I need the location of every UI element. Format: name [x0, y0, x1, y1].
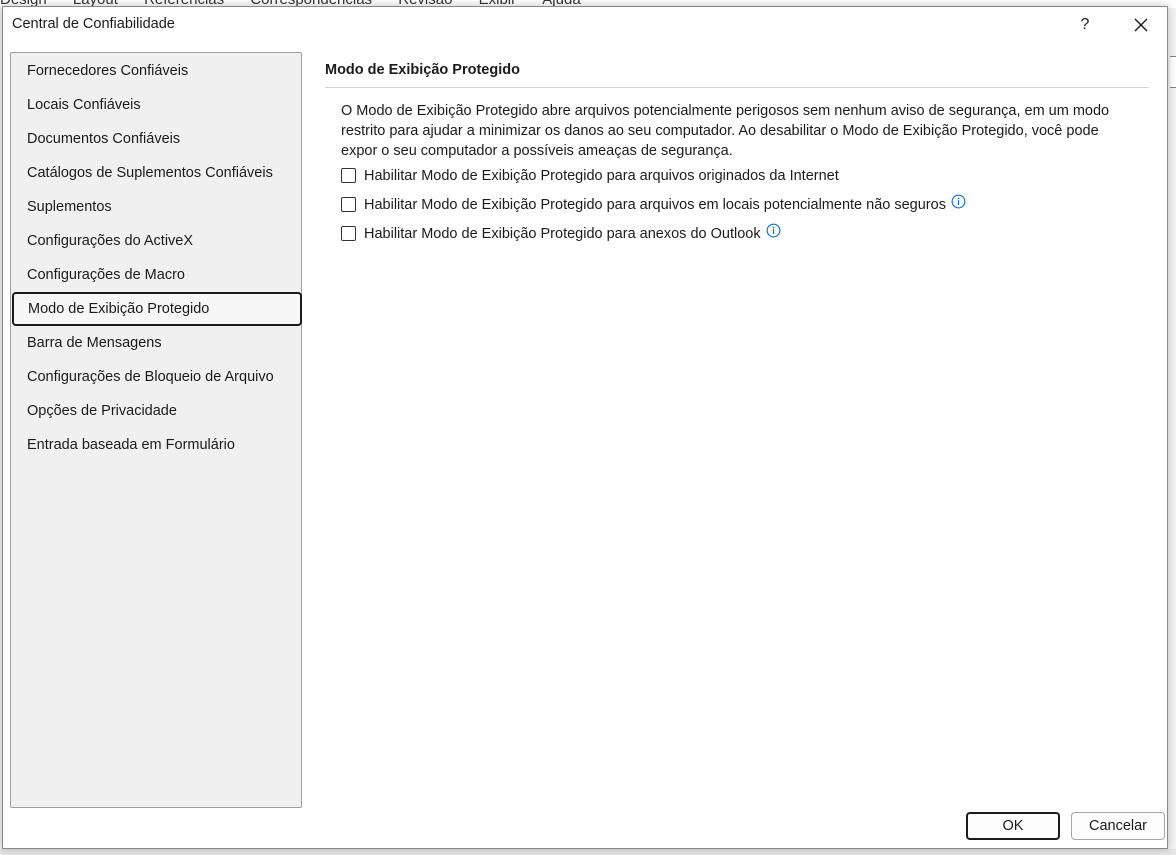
option-label: Habilitar Modo de Exibição Protegido par…	[364, 167, 839, 184]
sidebar-item-message-bar[interactable]: Barra de Mensagens	[11, 326, 301, 360]
ok-button[interactable]: OK	[966, 812, 1060, 840]
sidebar-item-protected-view[interactable]: Modo de Exibição Protegido	[12, 292, 302, 326]
checkbox-internet-files[interactable]	[341, 168, 356, 183]
cancel-button[interactable]: Cancelar	[1071, 812, 1165, 840]
trust-center-dialog: Central de Confiabilidade ? Fornecedores…	[2, 6, 1168, 849]
sidebar-nav: Fornecedores Confiáveis Locais Confiávei…	[10, 52, 302, 808]
help-button[interactable]: ?	[1073, 13, 1097, 37]
checkbox-outlook-attachments[interactable]	[341, 226, 356, 241]
sidebar-item-privacy-options[interactable]: Opções de Privacidade	[11, 394, 301, 428]
option-label: Habilitar Modo de Exibição Protegido par…	[364, 225, 761, 242]
sidebar-item-trusted-documents[interactable]: Documentos Confiáveis	[11, 122, 301, 156]
option-internet-files[interactable]: Habilitar Modo de Exibição Protegido par…	[341, 161, 1149, 190]
option-label: Habilitar Modo de Exibição Protegido par…	[364, 196, 946, 213]
close-button[interactable]	[1127, 12, 1155, 38]
info-icon[interactable]	[766, 223, 781, 238]
dialog-titlebar: Central de Confiabilidade ?	[3, 7, 1167, 43]
sidebar-item-macro-settings[interactable]: Configurações de Macro	[11, 258, 301, 292]
sidebar-item-trusted-publishers[interactable]: Fornecedores Confiáveis	[11, 54, 301, 88]
sidebar-item-trusted-locations[interactable]: Locais Confiáveis	[11, 88, 301, 122]
sidebar-item-file-block-settings[interactable]: Configurações de Bloqueio de Arquivo	[11, 360, 301, 394]
close-icon	[1134, 18, 1148, 32]
main-content: Modo de Exibição Protegido O Modo de Exi…	[325, 62, 1149, 248]
background-statusbar	[0, 849, 1176, 855]
dialog-title: Central de Confiabilidade	[12, 16, 175, 32]
info-icon[interactable]	[951, 194, 966, 209]
checkbox-unsafe-locations[interactable]	[341, 197, 356, 212]
background-edge	[1170, 56, 1176, 88]
sidebar-item-addins[interactable]: Suplementos	[11, 190, 301, 224]
option-outlook-attachments[interactable]: Habilitar Modo de Exibição Protegido par…	[341, 219, 1149, 248]
sidebar-item-activex-settings[interactable]: Configurações do ActiveX	[11, 224, 301, 258]
sidebar-item-form-based-signin[interactable]: Entrada baseada em Formulário	[11, 428, 301, 462]
section-title: Modo de Exibição Protegido	[325, 62, 1149, 88]
option-unsafe-locations[interactable]: Habilitar Modo de Exibição Protegido par…	[341, 190, 1149, 219]
section-description: O Modo de Exibição Protegido abre arquiv…	[341, 103, 1110, 159]
sidebar-item-trusted-addin-catalogs[interactable]: Catálogos de Suplementos Confiáveis	[11, 156, 301, 190]
